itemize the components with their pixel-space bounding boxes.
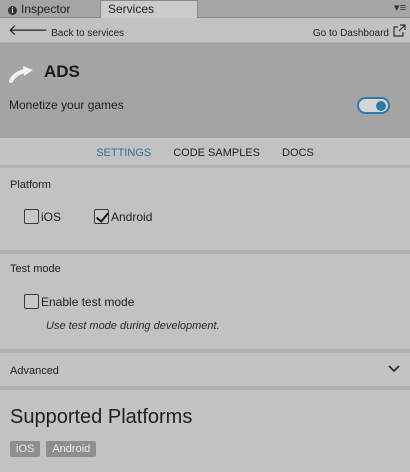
ios-checkbox-label: iOS [41, 209, 62, 224]
section-tabs: SETTINGS CODE SAMPLES DOCS [0, 140, 410, 168]
tab-inspector[interactable]: i Inspector [8, 1, 70, 17]
nav-bar: 🡐 Back to services Go to Dashboard [0, 18, 410, 43]
android-checkbox-label: Android [111, 209, 153, 224]
back-label: Back to services [51, 28, 125, 39]
go-to-dashboard-link[interactable]: Go to Dashboard [313, 21, 406, 39]
toggle-knob [376, 101, 386, 111]
tab-code-samples[interactable]: CODE SAMPLES [173, 147, 260, 159]
window-tab-bar: i Inspector Services ▾≡ [0, 0, 410, 18]
test-mode-hint: Use test mode during development. [46, 320, 220, 332]
chevron-down-icon [388, 365, 400, 373]
tab-inspector-label: Inspector [21, 2, 71, 16]
external-link-icon [393, 23, 406, 37]
service-description: Monetize your games [9, 98, 124, 112]
section-divider [0, 250, 410, 254]
enable-test-mode-label: Enable test mode [41, 294, 135, 309]
supported-platforms-title: Supported Platforms [10, 406, 193, 428]
section-divider [0, 349, 410, 353]
tab-settings[interactable]: SETTINGS [96, 147, 151, 159]
tab-options-menu-icon[interactable]: ▾≡ [394, 1, 406, 15]
service-header: ADS Monetize your games [0, 43, 410, 138]
tab-docs[interactable]: DOCS [282, 147, 314, 159]
android-checkbox[interactable]: Android [94, 209, 152, 224]
service-enable-toggle[interactable] [357, 97, 390, 114]
tab-services-label: Services [108, 2, 155, 16]
section-divider [0, 386, 410, 390]
platform-badge: iOS [10, 441, 41, 457]
android-checkbox-box[interactable] [94, 209, 109, 224]
ads-service-icon [9, 66, 33, 83]
supported-platform-badges: iOS Android [10, 441, 97, 457]
service-title: ADS [44, 62, 80, 81]
dashboard-label: Go to Dashboard [312, 28, 389, 39]
info-icon: i [8, 6, 17, 15]
platform-badge: Android [46, 441, 97, 457]
enable-test-mode-checkbox[interactable]: Enable test mode [24, 294, 134, 309]
platform-section-title: Platform [10, 179, 51, 191]
advanced-label: Advanced [10, 365, 59, 377]
back-to-services-link[interactable]: 🡐 Back to services [8, 21, 125, 40]
ios-checkbox[interactable]: iOS [24, 209, 61, 224]
tab-services[interactable]: Services [100, 0, 198, 18]
enable-test-mode-box[interactable] [24, 294, 39, 309]
test-mode-section-title: Test mode [10, 263, 61, 275]
advanced-foldout[interactable]: Advanced [0, 357, 410, 385]
ios-checkbox-box[interactable] [24, 209, 39, 224]
arrow-left-icon: 🡐 [8, 21, 49, 39]
